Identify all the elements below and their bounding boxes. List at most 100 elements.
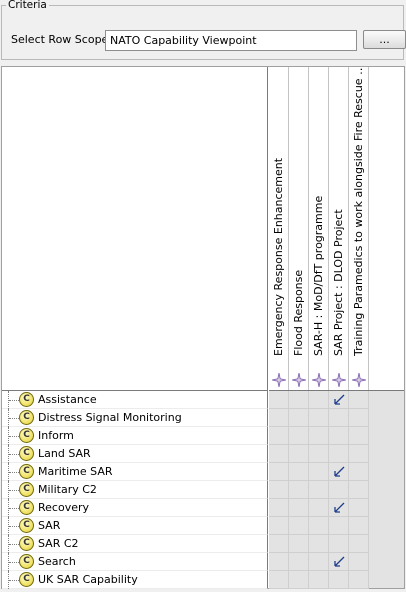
row-header[interactable]: C Military C2	[2, 481, 268, 499]
matrix-cell[interactable]	[349, 535, 369, 553]
matrix-cell[interactable]	[329, 571, 349, 589]
matrix-cell[interactable]	[269, 553, 289, 571]
column-header[interactable]: SAR Project : DLOD Project	[329, 67, 349, 390]
row-header[interactable]: C Inform	[2, 427, 268, 445]
row-header[interactable]: C SAR	[2, 517, 268, 535]
relationship-arrow-icon	[334, 394, 345, 405]
matrix-cell[interactable]	[269, 463, 289, 481]
matrix-cell[interactable]	[269, 571, 289, 589]
matrix-row: C Assistance	[2, 391, 404, 409]
dependency-matrix: Emergency Response Enhancement Flood Resp…	[1, 66, 405, 589]
matrix-cell[interactable]	[269, 535, 289, 553]
matrix-cell[interactable]	[309, 535, 329, 553]
row-header[interactable]: C Distress Signal Monitoring	[2, 409, 268, 427]
column-header-label: Training Paramedics to work alongside Fi…	[351, 67, 365, 356]
column-header[interactable]: Training Paramedics to work alongside Fi…	[349, 67, 369, 390]
row-header-label: Distress Signal Monitoring	[38, 411, 182, 424]
matrix-cell[interactable]	[329, 391, 349, 409]
matrix-row: C SAR C2	[2, 535, 404, 553]
matrix-cell[interactable]	[329, 463, 349, 481]
row-header[interactable]: C Maritime SAR	[2, 463, 268, 481]
matrix-cell[interactable]	[289, 535, 309, 553]
relationship-arrow-icon	[334, 466, 345, 477]
capability-icon: C	[19, 410, 34, 425]
row-header-label: Assistance	[38, 393, 97, 406]
matrix-cell[interactable]	[309, 553, 329, 571]
row-header[interactable]: C Land SAR	[2, 445, 268, 463]
matrix-cell[interactable]	[269, 481, 289, 499]
matrix-cell[interactable]	[309, 409, 329, 427]
matrix-cell[interactable]	[349, 427, 369, 445]
row-header[interactable]: C SAR C2	[2, 535, 268, 553]
matrix-cell[interactable]	[329, 481, 349, 499]
matrix-cell[interactable]	[349, 481, 369, 499]
column-header[interactable]: SAR-H : MoD/DfT programme	[309, 67, 329, 390]
matrix-cell[interactable]	[329, 535, 349, 553]
matrix-row: C Military C2	[2, 481, 404, 499]
column-header[interactable]: Flood Response	[289, 67, 309, 390]
row-header[interactable]: C UK SAR Capability	[2, 571, 268, 589]
matrix-cell[interactable]	[269, 517, 289, 535]
matrix-cell[interactable]	[329, 553, 349, 571]
relationship-arrow-icon	[334, 556, 345, 567]
capability-icon: C	[19, 446, 34, 461]
browse-button[interactable]: ...	[363, 30, 406, 49]
row-header-label: SAR	[38, 519, 61, 532]
row-scope-input[interactable]	[105, 30, 357, 51]
matrix-cell[interactable]	[309, 445, 329, 463]
matrix-cell[interactable]	[289, 481, 309, 499]
matrix-cell[interactable]	[309, 481, 329, 499]
matrix-row: C Inform	[2, 427, 404, 445]
matrix-cell[interactable]	[349, 553, 369, 571]
matrix-cell[interactable]	[289, 499, 309, 517]
matrix-cell[interactable]	[349, 571, 369, 589]
matrix-row: C Land SAR	[2, 445, 404, 463]
matrix-cell[interactable]	[269, 445, 289, 463]
matrix-row: C Search	[2, 553, 404, 571]
matrix-cell[interactable]	[309, 499, 329, 517]
activity-star-icon	[311, 372, 327, 388]
activity-star-icon	[351, 372, 367, 388]
matrix-cell[interactable]	[309, 391, 329, 409]
matrix-cell[interactable]	[349, 409, 369, 427]
matrix-cell[interactable]	[329, 409, 349, 427]
column-header-label: SAR-H : MoD/DfT programme	[311, 195, 325, 356]
matrix-cell[interactable]	[289, 571, 309, 589]
matrix-cell[interactable]	[329, 445, 349, 463]
matrix-cell[interactable]	[289, 391, 309, 409]
row-header[interactable]: C Assistance	[2, 391, 268, 409]
matrix-cell[interactable]	[309, 517, 329, 535]
matrix-cell[interactable]	[269, 427, 289, 445]
activity-star-icon	[291, 372, 307, 388]
matrix-cell[interactable]	[349, 517, 369, 535]
matrix-cell[interactable]	[349, 391, 369, 409]
matrix-cell[interactable]	[269, 499, 289, 517]
matrix-cell[interactable]	[309, 427, 329, 445]
matrix-cell[interactable]	[329, 499, 349, 517]
row-header-label: Search	[38, 555, 76, 568]
matrix-cell[interactable]	[329, 517, 349, 535]
capability-icon: C	[19, 392, 34, 407]
matrix-cell[interactable]	[329, 427, 349, 445]
matrix-cell[interactable]	[349, 463, 369, 481]
matrix-cell[interactable]	[289, 409, 309, 427]
column-header[interactable]: Emergency Response Enhancement	[269, 67, 289, 390]
activity-star-icon	[331, 372, 347, 388]
activity-star-icon	[271, 372, 287, 388]
row-headers: C Assistance C Distress Signal Monitoring C I…	[2, 391, 404, 589]
capability-icon: C	[19, 572, 34, 587]
matrix-cell[interactable]	[289, 553, 309, 571]
matrix-cell[interactable]	[349, 499, 369, 517]
matrix-cell[interactable]	[289, 517, 309, 535]
capability-icon: C	[19, 518, 34, 533]
matrix-cell[interactable]	[289, 463, 309, 481]
matrix-cell[interactable]	[269, 391, 289, 409]
matrix-cell[interactable]	[349, 445, 369, 463]
matrix-cell[interactable]	[309, 571, 329, 589]
matrix-cell[interactable]	[309, 463, 329, 481]
matrix-cell[interactable]	[289, 427, 309, 445]
row-header[interactable]: C Recovery	[2, 499, 268, 517]
matrix-cell[interactable]	[289, 445, 309, 463]
matrix-cell[interactable]	[269, 409, 289, 427]
row-header[interactable]: C Search	[2, 553, 268, 571]
